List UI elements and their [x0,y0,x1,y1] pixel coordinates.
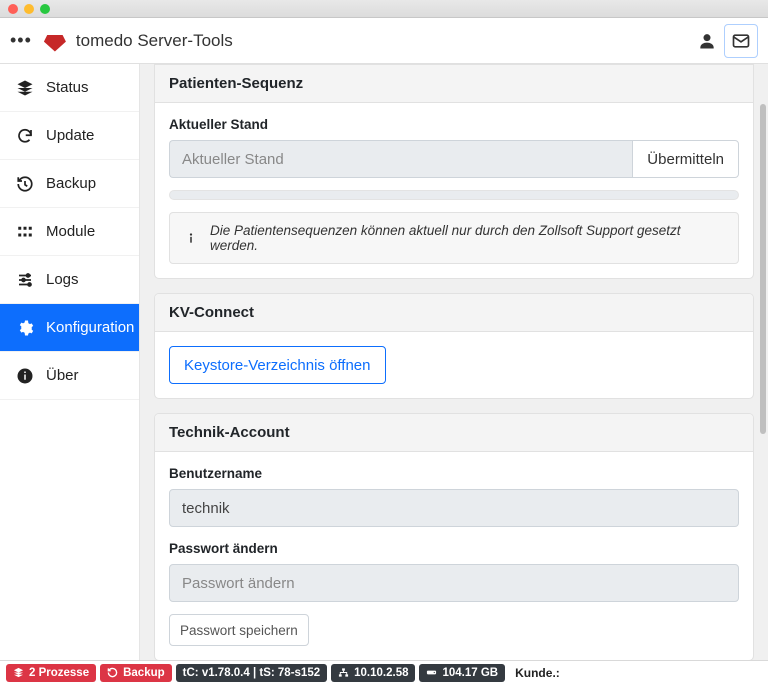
window-close-dot[interactable] [8,4,18,14]
status-processes-text: 2 Prozesse [29,667,89,679]
sidebar-item-update[interactable]: Update [0,112,139,160]
uebermitteln-button[interactable]: Übermitteln [632,140,739,178]
info-icon [184,231,198,245]
status-backup-text: Backup [123,667,165,679]
aktueller-stand-input [169,140,632,178]
top-bar: ••• tomedo Server-Tools [0,18,768,64]
sidebar-item-status[interactable]: Status [0,64,139,112]
sidebar-item-label: Logs [46,271,79,288]
sidebar-item-label: Über [46,367,79,384]
window-titlebar [0,0,768,18]
field-label: Aktueller Stand [169,117,739,132]
history-icon [107,667,118,678]
disk-icon [426,667,437,678]
benutzername-input [169,489,739,527]
info-alert: Die Patientensequenzen können aktuell nu… [169,212,739,264]
card-header: Patienten-Sequenz [155,65,753,103]
status-backup-pill[interactable]: Backup [100,664,172,682]
content-scroll[interactable]: Patienten-Sequenz Aktueller Stand Übermi… [154,64,754,660]
user-icon [697,31,717,51]
network-icon [338,667,349,678]
sidebar-item-label: Status [46,79,89,96]
layers-icon [13,667,24,678]
window-zoom-dot[interactable] [40,4,50,14]
sidebar-item-label: Update [46,127,94,144]
card-header: Technik-Account [155,414,753,452]
progress-bar [169,190,739,200]
app-title: tomedo Server-Tools [76,31,233,51]
scrollbar[interactable] [760,104,766,434]
user-menu-button[interactable] [690,24,724,58]
status-bar: 2 Prozesse Backup tC: v1.78.0.4 | tS: 78… [0,660,768,684]
passwort-speichern-button[interactable]: Passwort speichern [169,614,309,646]
sliders-icon [16,271,34,289]
menu-dots-button[interactable]: ••• [10,30,32,51]
card-kv-connect: KV-Connect Keystore-Verzeichnis öffnen [154,293,754,399]
sidebar-item-module[interactable]: Module [0,208,139,256]
sidebar-item-ueber[interactable]: Über [0,352,139,400]
mail-icon [731,31,751,51]
sidebar: Status Update Backup Module Logs [0,64,140,660]
gear-icon [16,319,34,337]
main-layout: Status Update Backup Module Logs [0,64,768,660]
status-disk-pill[interactable]: 104.17 GB [419,664,505,682]
sidebar-item-logs[interactable]: Logs [0,256,139,304]
window-minimize-dot[interactable] [24,4,34,14]
sidebar-item-label: Module [46,223,95,240]
card-header: KV-Connect [155,294,753,332]
refresh-icon [16,127,34,145]
brand-logo-icon [44,30,66,52]
sidebar-item-label: Konfiguration [46,319,134,336]
content-area: Patienten-Sequenz Aktueller Stand Übermi… [140,64,768,660]
passwort-input [169,564,739,602]
status-versions-text: tC: v1.78.0.4 | tS: 78-s152 [183,667,320,679]
sidebar-item-backup[interactable]: Backup [0,160,139,208]
status-disk-text: 104.17 GB [442,667,498,679]
card-patienten-sequenz: Patienten-Sequenz Aktueller Stand Übermi… [154,64,754,279]
sidebar-item-label: Backup [46,175,96,192]
keystore-open-button[interactable]: Keystore-Verzeichnis öffnen [169,346,386,384]
card-technik-account: Technik-Account Benutzername Passwort än… [154,413,754,660]
field-label: Passwort ändern [169,541,739,556]
history-icon [16,175,34,193]
sidebar-item-konfiguration[interactable]: Konfiguration [0,304,139,352]
mail-button[interactable] [724,24,758,58]
status-processes-pill[interactable]: 2 Prozesse [6,664,96,682]
layers-icon [16,79,34,97]
status-kunde-label: Kunde.: [515,666,560,680]
status-versions-pill[interactable]: tC: v1.78.0.4 | tS: 78-s152 [176,664,327,682]
grid-icon [16,223,34,241]
field-label: Benutzername [169,466,739,481]
info-icon [16,367,34,385]
status-ip-text: 10.10.2.58 [354,667,408,679]
status-ip-pill[interactable]: 10.10.2.58 [331,664,415,682]
info-text: Die Patientensequenzen können aktuell nu… [210,223,724,253]
